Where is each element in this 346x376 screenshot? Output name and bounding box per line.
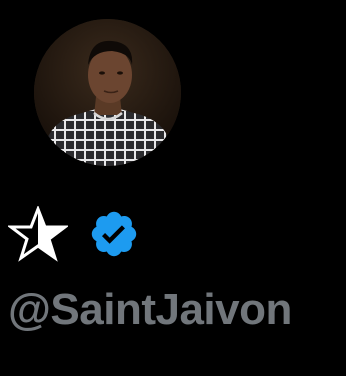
profile-avatar[interactable] (34, 19, 181, 166)
display-name-row (8, 206, 140, 262)
star-icon (8, 206, 68, 262)
profile-handle: @SaintJaivon (8, 285, 292, 334)
avatar-photo (34, 19, 181, 166)
verified-badge-icon[interactable] (88, 208, 140, 260)
